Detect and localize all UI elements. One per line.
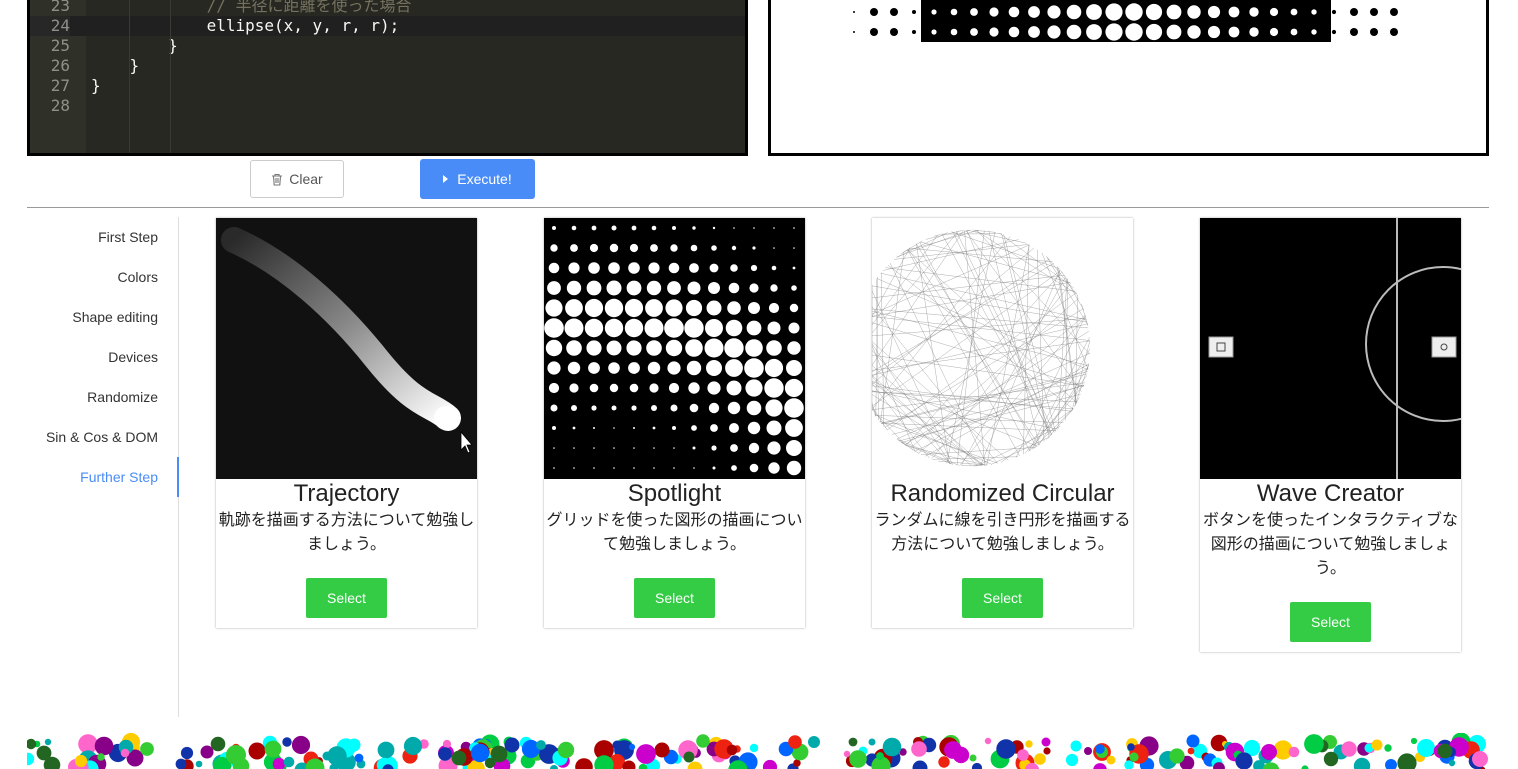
preview-canvas[interactable] xyxy=(768,0,1489,156)
line-number: 23 xyxy=(50,0,70,15)
line-number: 26 xyxy=(50,56,70,75)
select-button-randomized-circular[interactable]: Select xyxy=(962,578,1043,618)
code-text[interactable]: } xyxy=(91,76,101,96)
sidebar-item-further-step[interactable]: Further Step xyxy=(80,457,158,497)
code-text[interactable]: } xyxy=(91,56,140,76)
card-description: グリッドを使った図形の描画について勉強しましょう。 xyxy=(546,510,803,553)
card-spotlight: Spotlight グリッドを使った図形の描画について勉強しましょう。 Sele… xyxy=(544,218,805,628)
code-line[interactable]: 26 } xyxy=(30,56,745,76)
code-line[interactable]: 24 ellipse(x, y, r, r); xyxy=(30,16,745,36)
card-description: 軌跡を描画する方法について勉強しましょう。 xyxy=(218,510,475,553)
code-line[interactable]: 28 xyxy=(30,96,745,116)
card-description: ランダムに線を引き円形を描画する方法について勉強しましょう。 xyxy=(874,510,1131,553)
code-text[interactable]: } xyxy=(91,36,178,56)
card-wave-creator: Wave Creator ボタンを使ったインタラクティブな図形の描画について勉強… xyxy=(1200,218,1461,652)
card-description: ボタンを使ったインタラクティブな図形の描画について勉強しましょう。 xyxy=(1202,510,1459,577)
select-button-trajectory[interactable]: Select xyxy=(306,578,387,618)
line-number: 27 xyxy=(50,76,70,95)
line-number: 25 xyxy=(50,36,70,55)
sidebar-item-sin-cos-dom[interactable]: Sin & Cos & DOM xyxy=(46,417,158,457)
indent-guide xyxy=(129,0,130,153)
select-button-spotlight[interactable]: Select xyxy=(634,578,715,618)
sidebar-item-first-step[interactable]: First Step xyxy=(98,217,158,257)
footer-bubbles xyxy=(27,733,1488,769)
sidebar-item-colors[interactable]: Colors xyxy=(118,257,158,297)
clear-button[interactable]: Clear xyxy=(250,160,344,198)
card-trajectory: Trajectory 軌跡を描画する方法について勉強しましょう。 Select xyxy=(216,218,477,628)
card-title: Trajectory xyxy=(293,480,400,507)
code-text[interactable]: ellipse(x, y, r, r); xyxy=(91,16,400,36)
card-title: Wave Creator xyxy=(1256,480,1405,507)
code-text[interactable]: // 半径に距離を使った場合 xyxy=(91,0,412,16)
line-number: 24 xyxy=(30,16,70,36)
code-line[interactable]: 25 } xyxy=(30,36,745,56)
card-title: Randomized Circular xyxy=(890,480,1115,507)
code-editor[interactable]: 23 // 半径に距離を使った場合 24 ellipse(x, y, r, r);… xyxy=(27,0,748,156)
card-randomized-circular: Randomized Circular ランダムに線を引き円形を描画する方法につ… xyxy=(872,218,1133,628)
sidebar-item-shape-editing[interactable]: Shape editing xyxy=(72,297,158,337)
trash-icon xyxy=(272,173,283,186)
wave-creator-thumbnail xyxy=(1200,218,1461,479)
execute-button-label: Execute! xyxy=(457,171,512,187)
sidebar-item-devices[interactable]: Devices xyxy=(108,337,158,377)
sidebar-item-randomize[interactable]: Randomize xyxy=(87,377,158,417)
card-title: Spotlight xyxy=(627,480,722,507)
preview-drawing xyxy=(853,0,1398,42)
sidebar-active-indicator xyxy=(177,457,179,497)
play-triangle-icon xyxy=(443,175,449,183)
code-line[interactable]: 23 // 半径に距離を使った場合 xyxy=(30,0,745,16)
line-number: 28 xyxy=(50,96,70,115)
select-button-wave-creator[interactable]: Select xyxy=(1290,602,1371,642)
randomized-circular-thumbnail xyxy=(872,218,1133,479)
sidebar-nav: First Step Colors Shape editing Devices … xyxy=(27,217,179,717)
indent-guide xyxy=(170,0,171,153)
clear-button-label: Clear xyxy=(289,171,323,187)
section-divider xyxy=(27,207,1489,208)
execute-button[interactable]: Execute! xyxy=(420,159,535,199)
code-line[interactable]: 27} xyxy=(30,76,745,96)
trajectory-thumbnail xyxy=(216,218,477,479)
spotlight-thumbnail xyxy=(544,218,805,479)
